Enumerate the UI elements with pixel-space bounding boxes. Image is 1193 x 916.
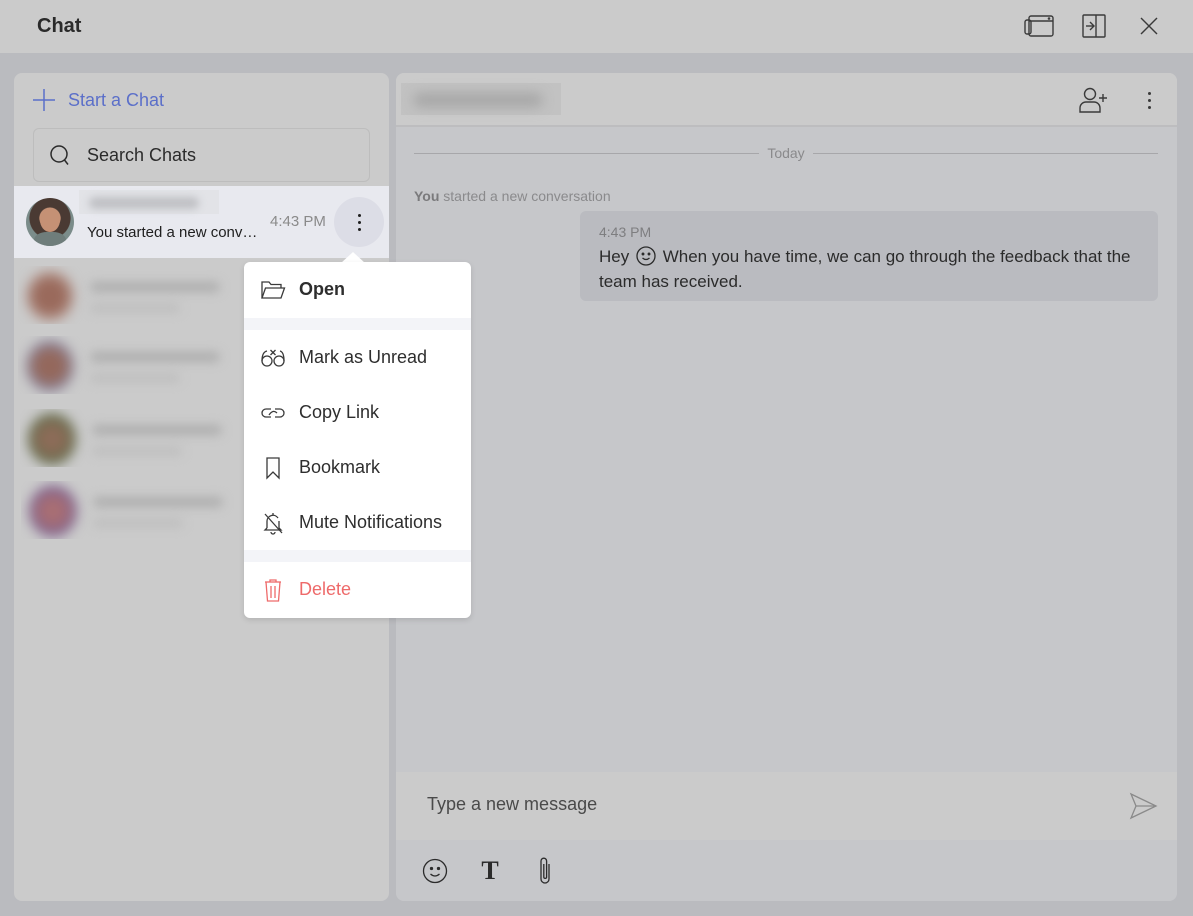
message-text-part: Hey <box>599 247 630 266</box>
smile-emoji-icon <box>636 246 656 271</box>
menu-item-label: Open <box>299 279 346 299</box>
close-icon[interactable] <box>1133 12 1165 40</box>
start-chat-button[interactable]: Start a Chat <box>32 87 164 113</box>
more-vertical-icon <box>357 213 361 231</box>
title-bar: Chat <box>0 0 1193 53</box>
window-title: Chat <box>37 15 82 37</box>
search-input[interactable] <box>87 144 337 166</box>
popout-window-icon[interactable] <box>1023 12 1055 40</box>
search-icon <box>50 145 69 165</box>
glasses-icon <box>260 345 286 371</box>
date-separator-label: Today <box>767 145 805 161</box>
conversation-header <box>396 73 1177 127</box>
trash-icon <box>260 577 286 603</box>
menu-item-copy-link[interactable]: Copy Link <box>244 385 471 440</box>
send-icon[interactable] <box>1128 792 1158 820</box>
system-message-text: started a new conversation <box>439 188 611 204</box>
message-input[interactable] <box>427 794 1087 815</box>
start-chat-label: Start a Chat <box>68 89 165 110</box>
menu-item-label: Bookmark <box>299 457 381 477</box>
avatar <box>26 198 74 246</box>
chat-list-item[interactable] <box>21 481 246 539</box>
menu-item-open[interactable]: Open <box>244 262 471 317</box>
message-text: Hey When you have time, we can go throug… <box>599 246 1149 292</box>
menu-item-delete[interactable]: Delete <box>244 562 471 617</box>
menu-item-label: Mark as Unread <box>299 347 428 367</box>
menu-item-label: Mute Notifications <box>299 512 443 532</box>
conversation-name-blurred <box>401 83 561 115</box>
message-text-part: When you have time, we can go through th… <box>599 247 1131 291</box>
system-message-actor: You <box>414 188 440 204</box>
plus-icon <box>33 89 55 111</box>
chat-name-blurred <box>79 190 219 214</box>
search-box[interactable] <box>33 128 370 182</box>
chat-list-item[interactable] <box>20 409 245 467</box>
link-icon <box>260 400 286 426</box>
system-message: You started a new conversation <box>414 188 611 204</box>
text-format-icon[interactable]: T <box>475 856 505 886</box>
folder-open-icon <box>260 277 286 303</box>
message-time: 4:43 PM <box>599 224 652 240</box>
bell-off-icon <box>260 510 286 536</box>
compose-toolbar: T <box>396 840 1177 901</box>
menu-item-label: Delete <box>299 579 352 599</box>
compose-area <box>396 772 1177 840</box>
chat-list-item[interactable] <box>18 266 243 324</box>
chat-list-item-active[interactable]: You started a new conv… 4:43 PM <box>14 186 389 258</box>
chat-preview: You started a new conv… <box>87 224 258 241</box>
menu-separator <box>244 318 471 330</box>
menu-separator <box>244 550 471 562</box>
attachment-icon[interactable] <box>530 856 560 886</box>
add-participant-icon[interactable] <box>1078 85 1110 115</box>
menu-item-bookmark[interactable]: Bookmark <box>244 440 471 495</box>
message-bubble: 4:43 PM Hey When you have time, we can g… <box>580 211 1158 301</box>
bookmark-icon <box>260 455 286 481</box>
menu-item-label: Copy Link <box>299 402 380 422</box>
chat-time: 4:43 PM <box>270 213 326 230</box>
menu-item-mark-unread[interactable]: Mark as Unread <box>244 330 471 385</box>
chat-more-options-button[interactable] <box>334 197 384 247</box>
emoji-icon[interactable] <box>420 856 450 886</box>
dock-panel-icon[interactable] <box>1078 12 1110 40</box>
chat-context-menu: Open Mark as Unread Copy Link Bookmark M… <box>244 262 471 618</box>
conversation-panel: Today You started a new conversation 4:4… <box>396 73 1177 901</box>
conversation-more-icon[interactable] <box>1133 85 1165 115</box>
date-separator: Today <box>414 145 1159 161</box>
menu-item-mute-notifications[interactable]: Mute Notifications <box>244 495 471 550</box>
chat-list-item[interactable] <box>18 336 243 394</box>
